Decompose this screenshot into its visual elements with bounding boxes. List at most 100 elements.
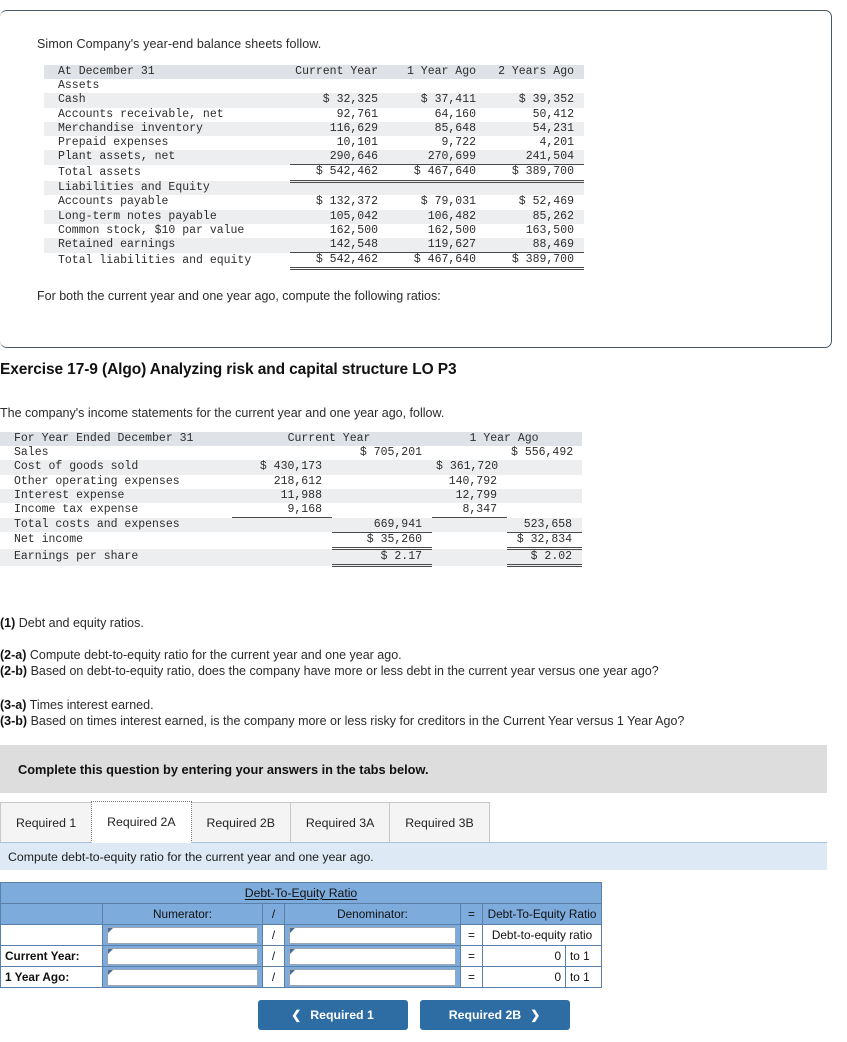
row-0-equals: = [460, 924, 483, 946]
question-3b-number: (3-b) [0, 714, 28, 728]
exercise-subtitle: The company's income statements for the … [0, 406, 445, 420]
question-1: (1) Debt and equity ratios. [0, 616, 144, 630]
row-0-denominator-cell[interactable] [284, 924, 461, 946]
year-ago-result-suffix: to 1 [565, 966, 602, 988]
total-costs-row: Total costs and expenses 669,941 523,658 [0, 517, 583, 533]
section-heading-assets: Assets [58, 79, 100, 93]
question-1-number: (1) [0, 616, 16, 630]
header-numerator: Numerator: [102, 903, 263, 925]
chevron-right-icon: ❯ [530, 1008, 541, 1022]
debt-to-equity-answer-table: Debt-To-Equity Ratio Numerator: / Denomi… [0, 882, 602, 988]
current-year-numerator-cell[interactable] [102, 945, 263, 967]
balance-sheet-table: At December 31 Current Year 1 Year Ago 2… [44, 65, 584, 271]
total-assets-row: Total assets $ 542,462 $ 467,640 $ 389,7… [44, 164, 584, 183]
header-blank [0, 903, 103, 925]
table-row: Long-term notes payable 105,042 106,482 … [44, 209, 584, 224]
tab-required-3a[interactable]: Required 3A [289, 802, 391, 842]
prev-required-label: Required 1 [310, 1008, 374, 1022]
table-row: 1 Year Ago: / = 0 to 1 [0, 966, 602, 988]
table-row: Accounts payable $ 132,372 $ 79,031 $ 52… [58, 195, 574, 209]
header-denominator: Denominator: [284, 903, 461, 925]
table-row: Accounts receivable, net 92,761 64,160 5… [58, 107, 574, 121]
col-header-period: At December 31 [44, 65, 290, 80]
header-equals: = [460, 903, 483, 925]
table-row: Plant assets, net 290,646 270,699 241,50… [44, 150, 584, 165]
numerator-input[interactable] [107, 968, 258, 986]
tab-required-1[interactable]: Required 1 [0, 802, 93, 842]
tab-required-3b[interactable]: Required 3B [389, 802, 490, 842]
navigation-buttons: ❮ Required 1 Required 2B ❯ [0, 1000, 827, 1030]
numerator-input[interactable] [107, 926, 258, 944]
table-row: Common stock, $10 par value 162,500 162,… [58, 223, 574, 237]
header-slash: / [262, 903, 285, 925]
row-current-year-equals: = [460, 945, 483, 967]
table-row: Prepaid expenses 10,101 9,722 4,201 [58, 136, 574, 150]
row-1-year-ago-slash: / [262, 966, 285, 988]
tab-instruction-band: Compute debt-to-equity ratio for the cur… [0, 843, 827, 870]
current-year-result: 0 [482, 945, 566, 967]
table-row: Other operating expenses 218,612 140,792 [14, 474, 498, 488]
question-3b-text: Based on times interest earned, is the c… [30, 714, 685, 728]
row-1-year-ago-label: 1 Year Ago: [0, 966, 103, 988]
net-income-row: Net income $ 35,260 $ 32,834 [0, 531, 583, 551]
col-header-1-year-ago: 1 Year Ago [432, 432, 583, 447]
question-2b: (2-b) Based on debt-to-equity ratio, doe… [0, 664, 659, 678]
table-row: Merchandise inventory 116,629 85,648 54,… [44, 121, 584, 137]
col-header-period: For Year Ended December 31 [0, 432, 232, 447]
question-2b-text: Based on debt-to-equity ratio, does the … [30, 664, 659, 678]
table-header-row: For Year Ended December 31 Current Year … [0, 432, 583, 447]
answer-table-title: Debt-To-Equity Ratio [0, 882, 602, 904]
table-row: Retained earnings 142,548 119,627 88,469 [44, 237, 584, 253]
col-header-current-year: Current Year [290, 65, 388, 80]
question-1-text: Debt and equity ratios. [18, 616, 144, 630]
row-0-label [0, 924, 103, 946]
tab-required-2b[interactable]: Required 2B [190, 802, 291, 842]
answer-table-title-row: Debt-To-Equity Ratio [0, 882, 602, 904]
col-header-2-years-ago: 2 Years Ago [486, 65, 584, 80]
table-row: / = Debt-to-equity ratio [0, 924, 602, 946]
closing-note: For both the current year and one year a… [37, 289, 441, 304]
prev-required-button[interactable]: ❮ Required 1 [257, 1000, 408, 1030]
question-3a-number: (3-a) [0, 698, 27, 712]
row-current-year-label: Current Year: [0, 945, 103, 967]
question-2a: (2-a) Compute debt-to-equity ratio for t… [0, 648, 402, 662]
answer-table-header-row: Numerator: / Denominator: = Debt-To-Equi… [0, 903, 602, 925]
table-header-row: At December 31 Current Year 1 Year Ago 2… [44, 65, 584, 80]
denominator-input[interactable] [289, 968, 456, 986]
question-2b-number: (2-b) [0, 664, 28, 678]
table-row: Income tax expense 9,168 8,347 [14, 503, 498, 517]
year-ago-numerator-cell[interactable] [102, 966, 263, 988]
chevron-left-icon: ❮ [291, 1008, 302, 1022]
year-ago-result: 0 [482, 966, 566, 988]
exercise-title: Exercise 17-9 (Algo) Analyzing risk and … [0, 361, 457, 378]
requirement-tabs: Required 1 Required 2A Required 2B Requi… [0, 801, 827, 843]
income-statement-table: For Year Ended December 31 Current Year … [0, 432, 583, 568]
current-year-denominator-cell[interactable] [284, 945, 461, 967]
question-3a-text: Times interest earned. [29, 698, 154, 712]
numerator-input[interactable] [107, 947, 258, 965]
question-3b: (3-b) Based on times interest earned, is… [0, 714, 684, 728]
next-required-button[interactable]: Required 2B ❯ [419, 1000, 570, 1030]
header-result: Debt-To-Equity Ratio [482, 903, 602, 925]
table-row: Cost of goods sold $ 430,173 $ 361,720 [0, 460, 583, 475]
question-3a: (3-a) Times interest earned. [0, 698, 154, 712]
question-2a-text: Compute debt-to-equity ratio for the cur… [29, 648, 402, 662]
complete-question-banner: Complete this question by entering your … [0, 745, 827, 793]
eps-row: Earnings per share $ 2.17 $ 2.02 [0, 548, 583, 568]
table-row: Sales $ 705,201 $ 556,492 [14, 446, 574, 460]
row-0-numerator-cell[interactable] [102, 924, 263, 946]
table-row: Cash $ 32,325 $ 37,411 $ 39,352 [44, 93, 584, 108]
denominator-input[interactable] [289, 947, 456, 965]
intro-text: Simon Company's year-end balance sheets … [37, 37, 322, 51]
next-required-label: Required 2B [448, 1008, 522, 1022]
banner-text: Complete this question by entering your … [18, 761, 429, 777]
denominator-input[interactable] [289, 926, 456, 944]
current-year-result-suffix: to 1 [565, 945, 602, 967]
year-ago-denominator-cell[interactable] [284, 966, 461, 988]
tab-instruction-text: Compute debt-to-equity ratio for the cur… [8, 849, 374, 864]
col-header-1-year-ago: 1 Year Ago [388, 65, 486, 80]
table-row: Current Year: / = 0 to 1 [0, 945, 602, 967]
row-0-slash: / [262, 924, 285, 946]
tab-required-2a[interactable]: Required 2A [91, 801, 192, 843]
row-current-year-slash: / [262, 945, 285, 967]
